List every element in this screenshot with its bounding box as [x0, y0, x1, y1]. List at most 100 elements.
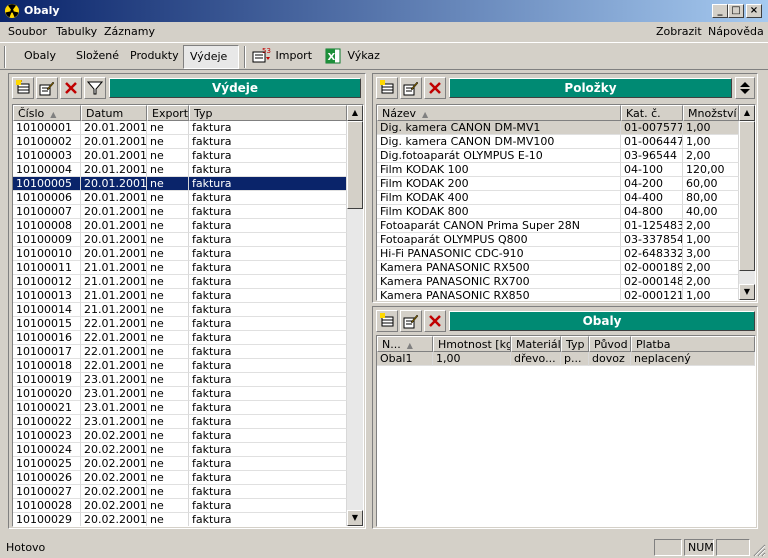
edit-obal-button[interactable]	[400, 310, 422, 332]
scroll-thumb[interactable]	[347, 121, 363, 209]
table-cell: faktura	[189, 163, 347, 177]
table-row[interactable]: Dig. kamera CANON DM-MV100 01-006447 1,00	[377, 135, 739, 149]
table-row[interactable]: Obal1 1,00 dřevo... p... dovoz neplacený	[377, 352, 755, 366]
column-header-puvod[interactable]: Původ	[589, 336, 631, 352]
table-row[interactable]: Hi-Fi PANASONIC CDC-910 02-648332 3,00	[377, 247, 739, 261]
table-row[interactable]: Film KODAK 800 04-800 40,00	[377, 205, 739, 219]
toolbar-obaly-button[interactable]: Obaly	[18, 45, 62, 69]
add-obal-button[interactable]	[376, 310, 398, 332]
table-row[interactable]: 10100008 20.01.2001 ne faktura	[13, 219, 347, 233]
scroll-thumb[interactable]	[739, 121, 755, 271]
column-header-typ[interactable]: Typ	[189, 105, 347, 121]
table-row[interactable]: 10100012 21.01.2001 ne faktura	[13, 275, 347, 289]
toolbar-slozene-button[interactable]: Složené	[70, 45, 125, 69]
vydeje-table[interactable]: Číslo ▲ Datum Export Typ 10100001 20.01.20…	[12, 104, 364, 527]
table-row[interactable]: 10100006 20.01.2001 ne faktura	[13, 191, 347, 205]
add-record-button[interactable]	[12, 77, 34, 99]
column-header-platba[interactable]: Platba	[631, 336, 755, 352]
column-header-nazev[interactable]: N... ▲	[377, 336, 433, 352]
sort-updown-button[interactable]	[735, 77, 755, 99]
table-row[interactable]: 10100029 20.02.2001 ne faktura	[13, 513, 347, 526]
table-cell: ne	[147, 275, 189, 289]
column-header-nazev[interactable]: Název ▲	[377, 105, 621, 121]
table-row[interactable]: 10100007 20.01.2001 ne faktura	[13, 205, 347, 219]
table-row[interactable]: Film KODAK 100 04-100 120,00	[377, 163, 739, 177]
table-row[interactable]: 10100027 20.02.2001 ne faktura	[13, 485, 347, 499]
delete-record-button[interactable]	[60, 77, 82, 99]
toolbar-vydeje-button[interactable]: Výdeje	[183, 45, 239, 69]
column-header-hmotnost[interactable]: Hmotnost [kg]	[433, 336, 511, 352]
menu-napoveda[interactable]: Nápověda	[708, 25, 764, 38]
column-header-cislo[interactable]: Číslo ▲	[13, 105, 81, 121]
table-row[interactable]: 10100001 20.01.2001 ne faktura	[13, 121, 347, 135]
polozky-scrollbar[interactable]: ▲ ▼	[739, 105, 755, 300]
vydeje-scrollbar[interactable]: ▲ ▼	[347, 105, 363, 526]
table-row[interactable]: 10100024 20.02.2001 ne faktura	[13, 443, 347, 457]
toolbar-import-button[interactable]: 53 Import	[250, 45, 318, 69]
scroll-up-arrow[interactable]: ▲	[739, 105, 755, 121]
table-row[interactable]: 10100011 21.01.2001 ne faktura	[13, 261, 347, 275]
table-row[interactable]: 10100002 20.01.2001 ne faktura	[13, 135, 347, 149]
scroll-up-arrow[interactable]: ▲	[347, 105, 363, 121]
obaly-table[interactable]: N... ▲ Hmotnost [kg] Materiál Typ Původ P…	[376, 335, 756, 527]
table-row[interactable]: 10100028 20.02.2001 ne faktura	[13, 499, 347, 513]
table-cell: Fotoaparát CANON Prima Super 28N	[377, 219, 621, 233]
table-row[interactable]: Kamera PANASONIC RX850 02-000121 1,00	[377, 289, 739, 300]
column-header-kat-c[interactable]: Kat. č.	[621, 105, 683, 121]
table-row[interactable]: Film KODAK 400 04-400 80,00	[377, 191, 739, 205]
delete-obal-button[interactable]	[424, 310, 446, 332]
edit-record-button[interactable]	[36, 77, 58, 99]
table-row[interactable]: 10100017 22.01.2001 ne faktura	[13, 345, 347, 359]
table-row[interactable]: 10100010 20.01.2001 ne faktura	[13, 247, 347, 261]
table-row[interactable]: 10100009 20.01.2001 ne faktura	[13, 233, 347, 247]
filter-button[interactable]	[84, 77, 106, 99]
delete-item-button[interactable]	[424, 77, 446, 99]
maximize-button[interactable]: □	[728, 4, 744, 18]
table-row[interactable]: 10100013 21.01.2001 ne faktura	[13, 289, 347, 303]
table-row[interactable]: Dig.fotoaparát OLYMPUS E-10 03-96544 2,00	[377, 149, 739, 163]
table-row[interactable]: 10100023 20.02.2001 ne faktura	[13, 429, 347, 443]
polozky-table[interactable]: Název ▲ Kat. č. Množství Dig. kamera CANO…	[376, 104, 756, 301]
menu-tabulky[interactable]: Tabulky	[56, 25, 97, 38]
scroll-down-arrow[interactable]: ▼	[739, 284, 755, 300]
column-header-material[interactable]: Materiál	[511, 336, 561, 352]
table-cell: 120,00	[683, 163, 739, 177]
column-header-export[interactable]: Export	[147, 105, 189, 121]
table-row[interactable]: 10100014 21.01.2001 ne faktura	[13, 303, 347, 317]
edit-item-button[interactable]	[400, 77, 422, 99]
table-cell: 80,00	[683, 191, 739, 205]
table-row[interactable]: 10100021 23.01.2001 ne faktura	[13, 401, 347, 415]
table-row[interactable]: 10100025 20.02.2001 ne faktura	[13, 457, 347, 471]
table-row[interactable]: 10100005 20.01.2001 ne faktura	[13, 177, 347, 191]
table-row[interactable]: 10100026 20.02.2001 ne faktura	[13, 471, 347, 485]
minimize-button[interactable]: _	[712, 4, 728, 18]
table-row[interactable]: 10100016 22.01.2001 ne faktura	[13, 331, 347, 345]
table-row[interactable]: 10100022 23.01.2001 ne faktura	[13, 415, 347, 429]
menu-soubor[interactable]: Soubor	[8, 25, 47, 38]
table-row[interactable]: 10100018 22.01.2001 ne faktura	[13, 359, 347, 373]
scroll-down-arrow[interactable]: ▼	[347, 510, 363, 526]
table-row[interactable]: 10100004 20.01.2001 ne faktura	[13, 163, 347, 177]
add-item-button[interactable]	[376, 77, 398, 99]
toolbar-produkty-button[interactable]: Produkty	[124, 45, 185, 69]
table-row[interactable]: Film KODAK 200 04-200 60,00	[377, 177, 739, 191]
table-row[interactable]: Fotoaparát OLYMPUS Q800 03-337854 1,00	[377, 233, 739, 247]
table-row[interactable]: Fotoaparát CANON Prima Super 28N 01-12548…	[377, 219, 739, 233]
table-row[interactable]: 10100015 22.01.2001 ne faktura	[13, 317, 347, 331]
table-row[interactable]: 10100003 20.01.2001 ne faktura	[13, 149, 347, 163]
table-row[interactable]: Kamera PANASONIC RX700 02-000148 2,00	[377, 275, 739, 289]
toolbar-vykaz-button[interactable]: X Výkaz	[322, 45, 386, 69]
column-header-mnozstvi[interactable]: Množství	[683, 105, 739, 121]
table-cell: ne	[147, 233, 189, 247]
resize-grip-icon[interactable]	[752, 543, 766, 557]
table-row[interactable]: Kamera PANASONIC RX500 02-000189 2,00	[377, 261, 739, 275]
menu-zobrazit[interactable]: Zobrazit	[656, 25, 702, 38]
column-header-typ[interactable]: Typ	[561, 336, 589, 352]
table-row[interactable]: Dig. kamera CANON DM-MV1 01-007577 1,00	[377, 121, 739, 135]
close-button[interactable]: ×	[746, 4, 762, 18]
title-bar[interactable]: Obaly _ □ ×	[0, 0, 768, 22]
column-header-datum[interactable]: Datum	[81, 105, 147, 121]
table-row[interactable]: 10100020 23.01.2001 ne faktura	[13, 387, 347, 401]
menu-zaznamy[interactable]: Záznamy	[104, 25, 155, 38]
table-row[interactable]: 10100019 23.01.2001 ne faktura	[13, 373, 347, 387]
